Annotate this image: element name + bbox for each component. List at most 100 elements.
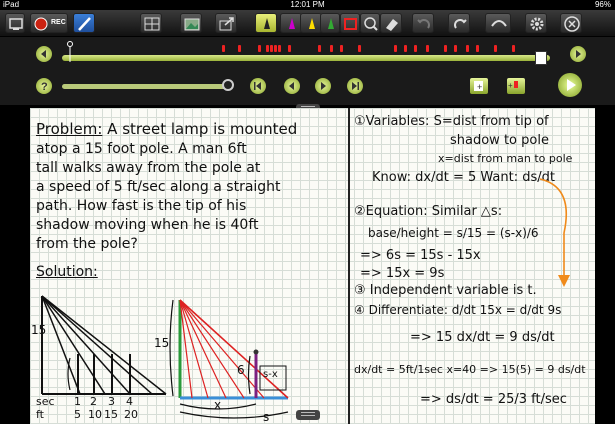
insert-image-button[interactable] [180, 13, 202, 33]
add-page-icon: + [474, 81, 483, 92]
table-cell: 4 [126, 395, 133, 408]
clock: 12:01 PM [290, 0, 325, 9]
grid-icon [144, 17, 160, 31]
label-s-minus-x: s-x [263, 369, 278, 380]
redo-button[interactable] [448, 13, 470, 33]
timeline-marker[interactable] [278, 45, 281, 52]
main-toolbar: REC [0, 10, 615, 37]
table-cell: 3 [108, 395, 115, 408]
timeline-marker[interactable] [414, 45, 417, 52]
help-button[interactable]: ? [36, 78, 52, 94]
timeline-marker[interactable] [266, 45, 269, 52]
timeline-panel: ? + + [0, 37, 615, 105]
skip-end-button[interactable] [347, 78, 363, 94]
timeline-marker[interactable] [476, 45, 479, 52]
zoom-button[interactable] [360, 13, 380, 33]
record-label: REC [51, 19, 66, 26]
page-grip-bottom[interactable] [296, 410, 320, 420]
pen-size-13-button[interactable] [320, 13, 340, 33]
timeline-track[interactable] [62, 55, 550, 61]
step-forward-button[interactable] [315, 78, 331, 94]
timeline-start-button[interactable] [36, 46, 52, 62]
problem-line: A street lamp is mounted [107, 120, 298, 138]
timeline-marker[interactable] [340, 45, 343, 52]
home-button[interactable] [5, 13, 25, 33]
rewind-icon [41, 50, 46, 58]
timeline-marker[interactable] [358, 45, 361, 52]
playback-handle[interactable] [222, 79, 234, 91]
play-button[interactable] [558, 73, 582, 97]
timeline-marker[interactable] [330, 45, 333, 52]
timeline-marker[interactable] [270, 45, 273, 52]
problem-line: a speed of 5 ft/sec along a straight [36, 179, 281, 195]
shape-tool-button[interactable] [340, 13, 360, 33]
step-4-differentiate: ④ Differentiate: d/dt 15x = d/dt 9s [354, 303, 562, 317]
undo-button[interactable] [412, 13, 434, 33]
timeline-marker[interactable] [394, 45, 397, 52]
whiteboard-canvas[interactable]: Problem: A street lamp is mounted atop a… [30, 108, 595, 424]
add-page-button[interactable]: + [470, 78, 488, 94]
play-icon [567, 79, 576, 91]
label-x: x [214, 398, 222, 412]
timeline-marker[interactable] [466, 45, 469, 52]
share-icon [219, 17, 234, 31]
pen-size-6-button[interactable] [300, 13, 322, 33]
problem-heading: Problem: [36, 120, 103, 138]
playback-track[interactable] [62, 84, 232, 89]
timeline-marker[interactable] [222, 45, 225, 52]
table-cell: sec [36, 395, 55, 408]
timeline-marker[interactable] [444, 45, 447, 52]
timeline-end-button[interactable] [570, 46, 586, 62]
svg-text:+: + [477, 82, 482, 92]
problem-line: atop a 15 foot pole. A man 6ft [36, 141, 247, 157]
timeline-marker[interactable] [512, 45, 515, 52]
skip-back-icon [254, 82, 261, 90]
timeline-marker[interactable] [426, 45, 429, 52]
pen-tool-button[interactable] [73, 13, 95, 33]
home-icon [9, 18, 23, 30]
gear-icon [530, 17, 544, 31]
answer-line: => ds/dt = 25/3 ft/sec [420, 392, 567, 407]
background-grid-button[interactable] [140, 13, 162, 33]
timeline-marker[interactable] [454, 45, 457, 52]
timeline-marker[interactable] [404, 45, 407, 52]
table-cell: 1 [74, 395, 81, 408]
timeline-start-handle[interactable] [67, 40, 73, 64]
step-1-continued: shadow to pole [450, 133, 549, 148]
timeline-marker[interactable] [238, 45, 241, 52]
orange-arrow [539, 178, 570, 287]
add-marker-icon: + [508, 81, 518, 90]
timeline-marker[interactable] [494, 45, 497, 52]
skip-forward-icon [352, 82, 359, 90]
timeline-marker[interactable] [288, 45, 291, 52]
label-height-6: 6 [237, 363, 245, 377]
solution-heading: Solution: [36, 264, 98, 280]
step-back-button[interactable] [284, 78, 300, 94]
record-button[interactable]: REC [30, 13, 68, 33]
timeline-end-handle[interactable] [535, 51, 547, 65]
timeline-marker[interactable] [318, 45, 321, 52]
table-cell: 5 [74, 408, 81, 421]
share-button[interactable] [215, 13, 237, 33]
timeline-marker[interactable] [258, 45, 261, 52]
question-icon: ? [41, 81, 48, 93]
image-icon [184, 18, 200, 31]
battery-level: 96% [594, 0, 611, 9]
table-cell: ft [36, 408, 44, 421]
label-height-15: 15 [31, 323, 47, 337]
equation-line: => 15x = 9s [360, 266, 445, 281]
pen-size-3-button[interactable] [280, 13, 302, 33]
close-button[interactable] [560, 13, 582, 33]
skip-start-button[interactable] [250, 78, 266, 94]
eraser-button[interactable] [380, 13, 402, 33]
add-marker-button[interactable]: + [507, 78, 525, 94]
equation-line: => 15 dx/dt = 9 ds/dt [410, 330, 555, 345]
pen-size-1-button[interactable] [255, 13, 277, 33]
timeline-marker[interactable] [274, 45, 277, 52]
redo-icon [454, 19, 467, 29]
pointer-button[interactable] [485, 13, 511, 33]
settings-button[interactable] [525, 13, 547, 33]
label-height-15: 15 [154, 336, 170, 350]
problem-text: Problem: A street lamp is mounted [36, 120, 297, 138]
step-2-equation: ②Equation: Similar △s: [354, 204, 503, 219]
